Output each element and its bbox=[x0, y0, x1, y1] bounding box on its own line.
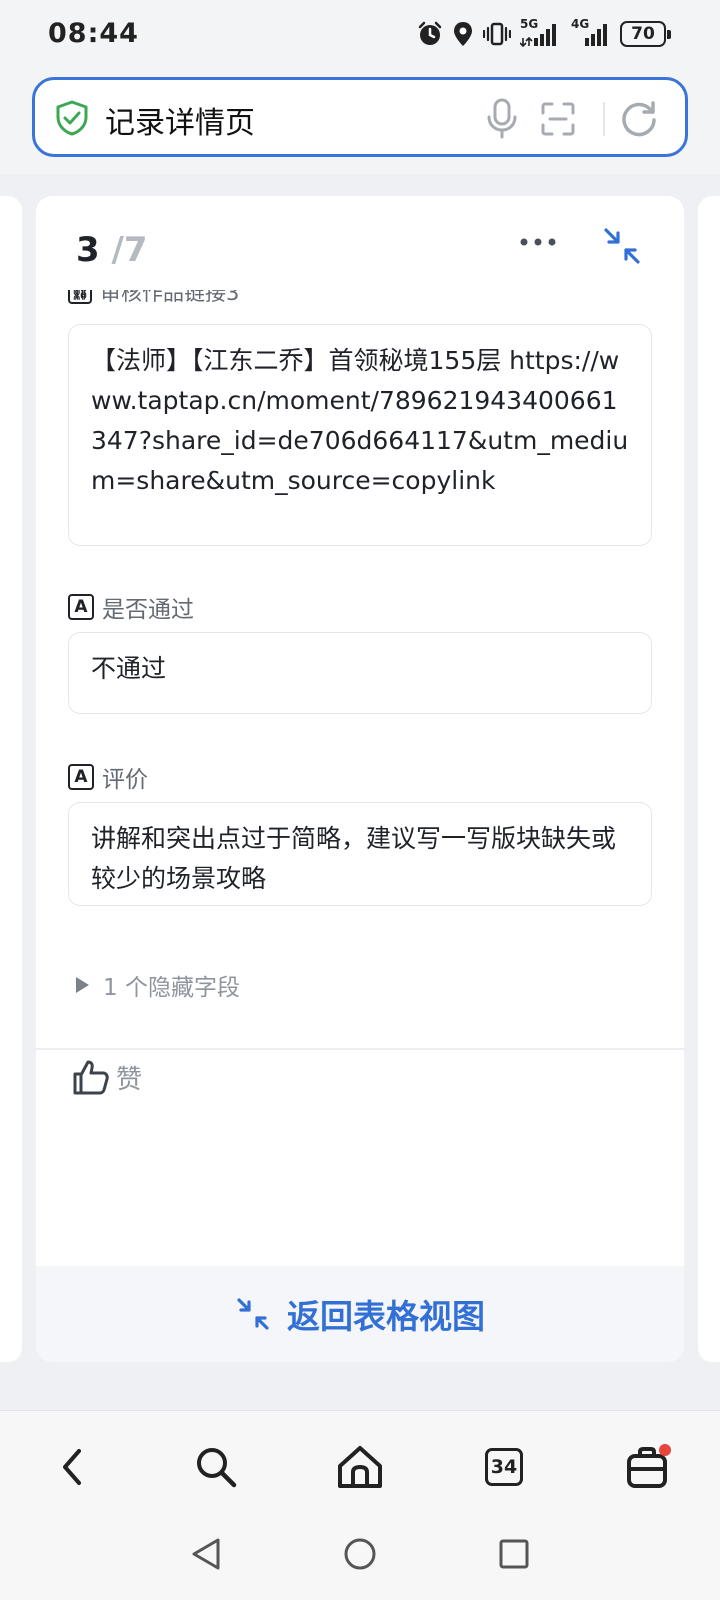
vibrate-icon bbox=[483, 22, 511, 46]
chevron-left-icon bbox=[63, 1449, 81, 1485]
signal-4g-icon: 4G bbox=[571, 17, 611, 48]
battery-indicator: 70 bbox=[620, 21, 671, 47]
link-field-label: 审核作品链接3 bbox=[100, 290, 240, 305]
collapse-icon[interactable] bbox=[602, 226, 642, 266]
field-value-pass[interactable]: 不通过 bbox=[68, 632, 652, 714]
system-home-icon[interactable] bbox=[342, 1536, 378, 1572]
record-counter: 3 /7 bbox=[76, 230, 148, 270]
search-icon bbox=[197, 1448, 237, 1488]
home-icon bbox=[338, 1446, 382, 1488]
status-icons: 5G 4G 70 bbox=[417, 17, 671, 50]
scan-icon[interactable] bbox=[541, 102, 575, 136]
field-label-pass-text: 是否通过 bbox=[102, 597, 194, 623]
page-title: 记录详情页 bbox=[105, 106, 255, 141]
text-field-icon: A bbox=[68, 594, 94, 620]
shield-check-icon bbox=[56, 100, 88, 136]
field-label-pass: A 是否通过 bbox=[68, 590, 194, 624]
card-divider bbox=[36, 1048, 684, 1050]
like-label: 赞 bbox=[116, 1064, 143, 1095]
address-area: 记录详情页 bbox=[0, 68, 720, 174]
system-recents-icon[interactable] bbox=[496, 1536, 532, 1572]
signal-5g-icon: 5G bbox=[520, 17, 562, 48]
back-to-table-label: 返回表格视图 bbox=[287, 1297, 485, 1336]
previous-record-card[interactable] bbox=[0, 196, 22, 1362]
hidden-fields-toggle[interactable]: 1 个隐藏字段 bbox=[76, 968, 240, 1002]
field-value-pass-text: 不通过 bbox=[91, 654, 167, 683]
text-field-icon: A bbox=[68, 764, 94, 790]
link-field-value[interactable]: 【法师】【江东二乔】首领秘境155层 https://www.taptap.cn… bbox=[68, 324, 652, 546]
field-label-review-text: 评价 bbox=[102, 767, 148, 793]
field-value-review[interactable]: 讲解和突出点过于简略，建议写一写版块缺失或较少的场景攻略 bbox=[68, 802, 652, 906]
status-bar: 08:44 5G 4G 70 bbox=[0, 0, 720, 68]
briefcase-icon bbox=[627, 1444, 671, 1488]
record-card: 3 /7 ⛓ 审核作品链接3 【法师】【江东二乔】首领秘境155层 https:… bbox=[36, 196, 684, 1362]
like-button[interactable]: 赞 bbox=[72, 1058, 142, 1096]
system-nav-bar bbox=[0, 1524, 720, 1600]
tabs-count: 34 bbox=[485, 1448, 523, 1486]
next-record-card[interactable] bbox=[698, 196, 720, 1362]
microphone-icon[interactable] bbox=[485, 97, 519, 139]
browser-bottom-nav: 34 bbox=[0, 1410, 720, 1524]
record-total: /7 bbox=[111, 230, 148, 270]
address-bar[interactable]: 记录详情页 bbox=[32, 77, 688, 157]
location-icon bbox=[454, 22, 472, 46]
expand-triangle-icon bbox=[76, 977, 89, 993]
back-to-table-button[interactable]: 返回表格视图 bbox=[36, 1266, 684, 1362]
system-back-icon[interactable] bbox=[188, 1536, 224, 1572]
tabs-button[interactable]: 34 bbox=[478, 1441, 530, 1493]
home-button[interactable] bbox=[334, 1441, 386, 1493]
collapse-icon bbox=[237, 1298, 269, 1330]
link-field-icon: ⛓ bbox=[68, 290, 92, 304]
link-value-text: 【法师】【江东二乔】首领秘境155层 https://www.taptap.cn… bbox=[91, 346, 629, 495]
record-index: 3 bbox=[76, 230, 100, 270]
search-button[interactable] bbox=[190, 1441, 242, 1493]
field-value-review-text: 讲解和突出点过于简略，建议写一写版块缺失或较少的场景攻略 bbox=[91, 824, 617, 893]
toolbox-button[interactable] bbox=[622, 1441, 674, 1493]
back-button[interactable] bbox=[46, 1441, 98, 1493]
address-divider bbox=[603, 102, 605, 136]
status-time: 08:44 bbox=[48, 18, 139, 49]
field-label-review: A 评价 bbox=[68, 760, 148, 794]
notification-dot bbox=[659, 1444, 671, 1456]
alarm-icon bbox=[418, 21, 442, 45]
thumbs-up-icon bbox=[73, 1060, 109, 1095]
hidden-fields-text: 1 个隐藏字段 bbox=[103, 975, 240, 1001]
reload-icon[interactable] bbox=[619, 98, 659, 138]
more-options-icon[interactable] bbox=[518, 234, 558, 250]
partial-field-label: ⛓ 审核作品链接3 bbox=[68, 290, 428, 308]
